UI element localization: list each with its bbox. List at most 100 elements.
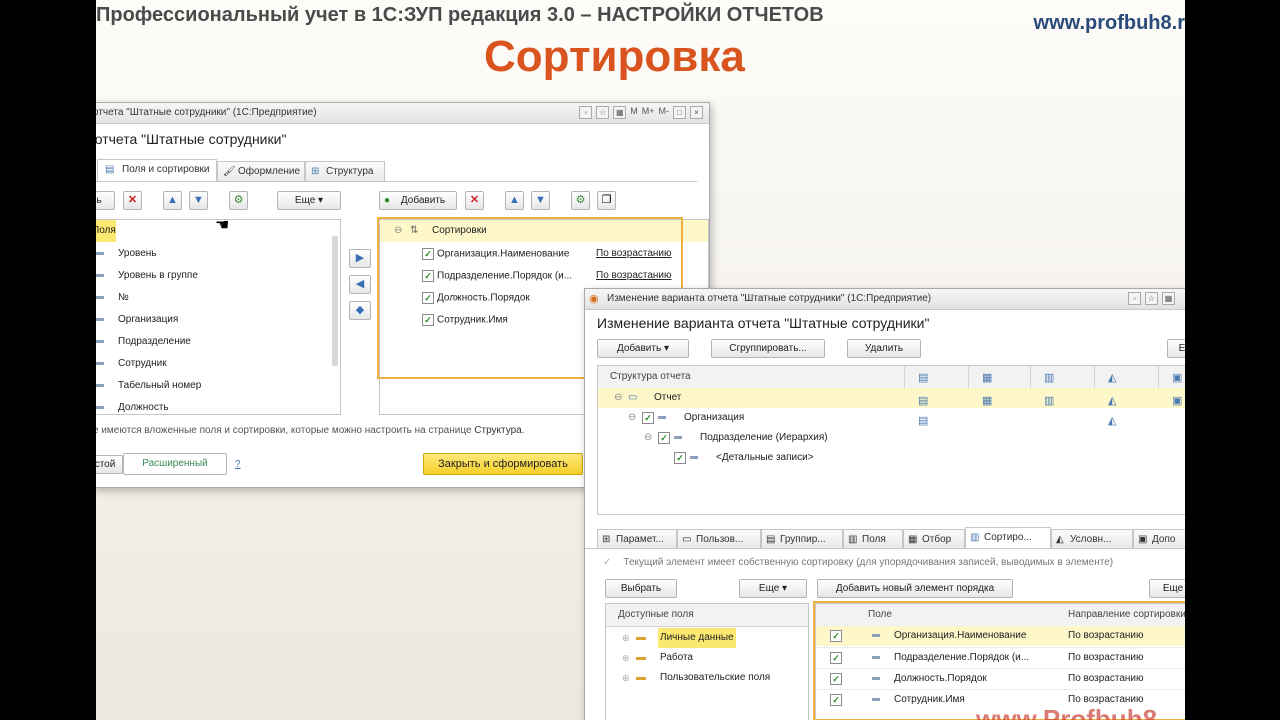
tab-conditional[interactable]: ◭ Условн... bbox=[1051, 529, 1133, 548]
hand-cursor-icon: ☚ bbox=[215, 217, 230, 234]
col-divider bbox=[904, 366, 905, 388]
link-icon[interactable]: ◦ bbox=[579, 106, 593, 119]
structure-link[interactable]: Структура bbox=[474, 425, 521, 436]
delete-button[interactable]: Удалить bbox=[847, 339, 921, 358]
tab-parameters[interactable]: ⊞ Парамет... bbox=[597, 529, 677, 548]
memory-m-button[interactable]: M bbox=[630, 106, 638, 117]
app-icon: ◉ bbox=[589, 293, 599, 305]
field-icon bbox=[96, 273, 104, 277]
memory-minus-button[interactable]: M- bbox=[659, 106, 670, 117]
move-down-icon[interactable]: ▼ bbox=[189, 191, 208, 210]
calc-icon[interactable]: ▦ bbox=[613, 106, 627, 119]
more-button[interactable]: Еще ▾ bbox=[277, 191, 341, 210]
tree-row-organization[interactable]: ⊖ ✓ Организация ▤ ◭ bbox=[598, 408, 1185, 428]
available-fields-panel[interactable]: Поля Уровень Уровень в группе № Организа… bbox=[96, 219, 341, 415]
filter-col-icon: ▦ bbox=[982, 372, 993, 384]
tree-row-department[interactable]: ⊖ ✓ Подразделение (Иерархия) bbox=[598, 428, 1185, 448]
tab-fields[interactable]: ▥ Поля bbox=[843, 529, 903, 548]
tab-user[interactable]: ▭ Пользов... bbox=[677, 529, 761, 548]
calc-icon[interactable]: ▦ bbox=[1162, 292, 1175, 305]
sort-settings-icon[interactable]: ⚙ bbox=[571, 191, 590, 210]
choose-button[interactable]: Выбрать bbox=[605, 579, 677, 598]
own-sort-option[interactable]: ✓ Текущий элемент имеет собственную сорти… bbox=[603, 557, 1113, 568]
field-icon bbox=[96, 317, 104, 321]
titlebar: ◉ Изменение варианта отчета "Штатные сот… bbox=[585, 289, 1185, 310]
collapse-icon[interactable]: ⊖ bbox=[614, 388, 622, 408]
delete-icon[interactable]: ✕ bbox=[123, 191, 142, 210]
field-item[interactable]: Табельный номер bbox=[96, 380, 201, 391]
more-button-right[interactable]: Еще bbox=[1149, 579, 1185, 598]
tree-row-report[interactable]: ⊖ ▭ Отчет ▤ ▦ ▥ ◭ ▣ bbox=[598, 388, 1185, 408]
field-item[interactable]: Организация bbox=[96, 314, 178, 325]
expand-icon[interactable]: ⊕ bbox=[622, 628, 630, 648]
expand-icon[interactable]: ⊕ bbox=[622, 648, 630, 668]
sort-down-icon[interactable]: ▼ bbox=[531, 191, 550, 210]
more-button[interactable]: Еще ▾ bbox=[739, 579, 807, 598]
link-icon[interactable]: ◦ bbox=[1128, 292, 1141, 305]
expand-icon[interactable]: ⊕ bbox=[622, 668, 630, 688]
favorite-icon[interactable]: ☆ bbox=[1145, 292, 1158, 305]
conditional-tab-icon: ◭ bbox=[1056, 534, 1064, 545]
fields-tab-icon: ▤ bbox=[105, 164, 115, 175]
checkbox[interactable]: ✓ bbox=[674, 452, 686, 464]
group-button[interactable]: Сгруппировать... bbox=[711, 339, 825, 358]
field-item[interactable]: Подразделение bbox=[96, 336, 191, 347]
tab-sorting[interactable]: ▥ Сортиро... bbox=[965, 527, 1051, 548]
settings-icon[interactable]: ⚙ bbox=[229, 191, 248, 210]
memory-plus-button[interactable]: M+ bbox=[642, 106, 655, 117]
add-order-element-button[interactable]: Добавить новый элемент порядка bbox=[817, 579, 1013, 598]
collapse-icon[interactable]: ⊖ bbox=[644, 428, 652, 448]
tab-grouping[interactable]: ▤ Группир... bbox=[761, 529, 843, 548]
help-link[interactable]: ? bbox=[235, 459, 241, 470]
structure-panel[interactable]: Структура отчета ▤ ▦ ▥ ◭ ▣ ⊖ ▭ Отчет ▤ ▦… bbox=[597, 365, 1185, 515]
collapse-icon[interactable]: ⊖ bbox=[628, 408, 636, 428]
tab-line bbox=[96, 181, 697, 182]
field-icon bbox=[96, 405, 104, 409]
available-item[interactable]: ⊕ ▬ Работа bbox=[606, 648, 808, 668]
move-left-icon[interactable]: ◀ bbox=[349, 275, 371, 294]
field-item[interactable]: Уровень bbox=[96, 248, 157, 259]
report-icon: ▭ bbox=[628, 392, 638, 403]
delete-sort-icon[interactable]: ✕ bbox=[465, 191, 484, 210]
more-button[interactable]: Е bbox=[1167, 339, 1185, 358]
col-divider bbox=[1094, 366, 1095, 388]
move-right-icon[interactable]: ▶ bbox=[349, 249, 371, 268]
window-title: отчета "Штатные сотрудники" (1С:Предприя… bbox=[96, 107, 317, 118]
tab-fields-and-sorting[interactable]: ▤ Поля и сортировки bbox=[97, 159, 217, 181]
sort-up-icon[interactable]: ▲ bbox=[505, 191, 524, 210]
field-item[interactable]: Должность bbox=[96, 402, 169, 413]
maximize-icon[interactable]: □ bbox=[673, 106, 686, 119]
add-button[interactable]: Добавить ▾ bbox=[597, 339, 689, 358]
tab-structure[interactable]: ⊞ Структура bbox=[305, 161, 385, 181]
checkbox[interactable]: ✓ bbox=[642, 412, 654, 424]
tab-filter[interactable]: ▦ Отбор bbox=[903, 529, 965, 548]
available-item[interactable]: ⊕ ▬ Пользовательские поля bbox=[606, 668, 808, 688]
field-item[interactable]: № bbox=[96, 292, 129, 303]
tree-row-details[interactable]: ✓ <Детальные записи> bbox=[598, 448, 1185, 468]
copy-icon[interactable]: ❐ bbox=[597, 191, 616, 210]
available-fields-panel[interactable]: Доступные поля ⊕ ▬ Личные данные ⊕ ▬ Раб… bbox=[605, 603, 809, 720]
tab-extra[interactable]: ▣ Допо bbox=[1133, 529, 1185, 548]
field-item[interactable]: Уровень в группе bbox=[96, 270, 198, 281]
field-icon bbox=[96, 339, 104, 343]
grouping-tab-icon: ▤ bbox=[766, 534, 776, 545]
field-item[interactable]: Сотрудник bbox=[96, 358, 167, 369]
titlebar: отчета "Штатные сотрудники" (1С:Предприя… bbox=[96, 103, 709, 124]
tab-design[interactable]: 🖌 Оформление bbox=[217, 161, 305, 181]
extended-mode-button[interactable]: Расширенный bbox=[123, 453, 227, 475]
add-field-button[interactable]: ь bbox=[96, 191, 115, 210]
move-up-icon[interactable]: ▲ bbox=[163, 191, 182, 210]
filter-tab-icon: ▦ bbox=[908, 534, 918, 545]
field-icon bbox=[674, 436, 682, 439]
close-icon[interactable]: × bbox=[690, 106, 703, 119]
simple-mode-button[interactable]: стой bbox=[96, 455, 123, 474]
available-item[interactable]: ⊕ ▬ Личные данные bbox=[606, 628, 808, 648]
close-and-generate-button[interactable]: Закрыть и сформировать bbox=[423, 453, 583, 475]
move-all-icon[interactable]: ◆ bbox=[349, 301, 371, 320]
scrollbar[interactable] bbox=[332, 236, 338, 366]
favorite-icon[interactable]: ☆ bbox=[596, 106, 610, 119]
add-sort-button[interactable]: ● Добавить bbox=[379, 191, 457, 210]
col-divider bbox=[968, 366, 969, 388]
fields-header: Поля bbox=[96, 220, 116, 242]
checkbox[interactable]: ✓ bbox=[658, 432, 670, 444]
